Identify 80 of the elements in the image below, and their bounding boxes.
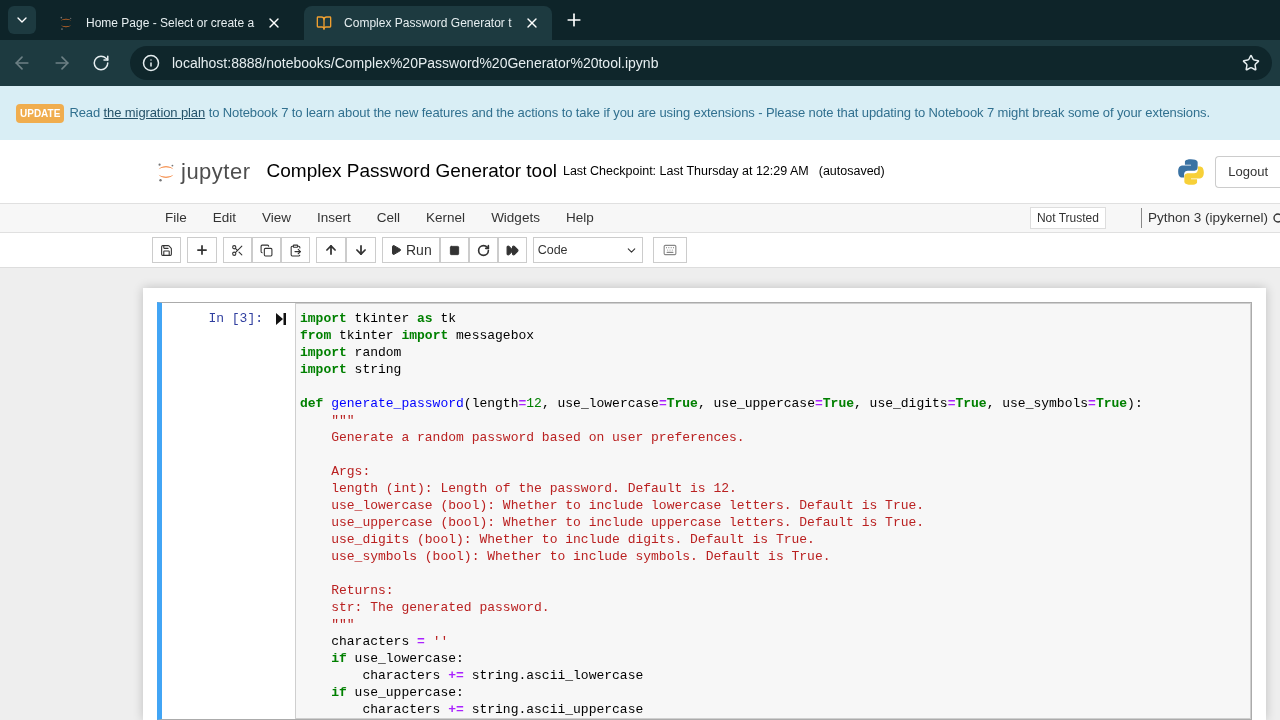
address-field[interactable]: localhost:8888/notebooks/Complex%20Password%20Generator%20tool.ipynb bbox=[130, 46, 1272, 80]
restart-button[interactable] bbox=[468, 237, 498, 263]
jupyter-logo-icon bbox=[58, 15, 74, 31]
menu-item[interactable]: Cell bbox=[363, 207, 414, 229]
tab-title: Home Page - Select or create a bbox=[86, 15, 255, 32]
code-line: use_uppercase (bool): Whether to include uppercase letters. Default is True. bbox=[330, 514, 925, 531]
code-line: import random bbox=[300, 344, 402, 361]
code-line: Returns: bbox=[330, 582, 394, 599]
code-line: """ bbox=[330, 616, 355, 633]
info-icon[interactable] bbox=[142, 54, 160, 72]
code-line: characters += string.ascii_lowercase bbox=[361, 667, 644, 684]
code-line: length (int): Length of the password. Default is 12. bbox=[330, 480, 737, 497]
reload-icon[interactable] bbox=[92, 54, 110, 72]
code-line: characters += string.ascii_uppercase bbox=[361, 701, 644, 718]
update-message: Read the migration plan to Notebook 7 to learn about the new features and the actions to take if you are using extensions - Please note that updating to Notebook 7 might break some of your extensions. bbox=[69, 104, 1210, 123]
menu-item[interactable]: View bbox=[249, 207, 305, 229]
kernel-name: Python 3 (ipykernel) bbox=[1140, 207, 1268, 229]
move-up-button[interactable] bbox=[316, 237, 346, 263]
stop-icon bbox=[448, 244, 460, 256]
paste-icon bbox=[289, 243, 302, 257]
browser-tab[interactable]: Complex Password Generator t bbox=[304, 6, 552, 40]
code-line: import tkinter as tk bbox=[300, 310, 457, 327]
scissors-icon bbox=[231, 243, 244, 257]
insert-cell-button[interactable] bbox=[187, 237, 217, 263]
bookmark-star-icon[interactable] bbox=[1242, 54, 1260, 72]
code-line: use_digits (bool): Whether to include digits. Default is True. bbox=[330, 531, 815, 548]
browser-tab[interactable]: Home Page - Select or create a bbox=[46, 6, 295, 40]
python-logo-icon bbox=[1177, 157, 1206, 186]
copy-button[interactable] bbox=[252, 237, 281, 263]
stop-button[interactable] bbox=[439, 237, 469, 263]
code-line: import string bbox=[300, 361, 402, 378]
play-icon bbox=[390, 244, 402, 256]
code-line: characters = '' bbox=[330, 633, 449, 650]
code-line: """ bbox=[330, 412, 355, 429]
cut-button[interactable] bbox=[223, 237, 252, 263]
restart-icon bbox=[476, 243, 490, 257]
cell-prompt: In [3]: bbox=[208, 310, 263, 328]
menu-item[interactable]: Edit bbox=[199, 207, 250, 229]
move-down-button[interactable] bbox=[346, 237, 376, 263]
trust-badge[interactable]: Not Trusted bbox=[1029, 207, 1106, 229]
code-line: if use_lowercase: bbox=[330, 650, 464, 667]
tab-title: Complex Password Generator t bbox=[344, 15, 512, 32]
code-line: use_lowercase (bool): Whether to include lowercase letters. Default is True. bbox=[330, 497, 925, 514]
url-text: localhost:8888/notebooks/Complex%20Password%20Generator%20tool.ipynb bbox=[172, 53, 660, 73]
arrow-up-icon bbox=[324, 243, 338, 257]
kernel-status-icon bbox=[1273, 213, 1280, 223]
copy-icon bbox=[260, 243, 273, 257]
plus-icon bbox=[195, 243, 209, 257]
migration-plan-link[interactable]: the migration plan bbox=[103, 105, 206, 121]
menu-item[interactable]: Help bbox=[552, 207, 607, 229]
code-line: from tkinter import messagebox bbox=[300, 327, 535, 344]
save-button[interactable] bbox=[152, 237, 181, 263]
autosave-status: (autosaved) bbox=[818, 163, 885, 181]
keyboard-icon bbox=[662, 243, 677, 257]
code-line: Generate a random password based on user preferences. bbox=[330, 429, 745, 446]
menu-item[interactable]: Insert bbox=[304, 207, 364, 229]
save-icon bbox=[160, 243, 173, 257]
code-line: Args: bbox=[330, 463, 371, 480]
arrow-down-icon bbox=[354, 243, 368, 257]
paste-button[interactable] bbox=[281, 237, 310, 263]
run-all-button[interactable] bbox=[497, 237, 527, 263]
checkpoint-text: Last Checkpoint: Last Thursday at 12:29 AM bbox=[562, 163, 809, 181]
keyboard-shortcuts-button[interactable] bbox=[652, 237, 687, 263]
tab-list-button[interactable] bbox=[8, 6, 36, 34]
cell-type-select[interactable]: Code bbox=[532, 237, 643, 263]
menu-item[interactable]: Kernel bbox=[413, 207, 479, 229]
code-line: if use_uppercase: bbox=[330, 684, 464, 701]
run-button[interactable]: Run bbox=[382, 237, 440, 263]
code-line: use_symbols (bool): Whether to include symbols. Default is True. bbox=[330, 548, 831, 565]
notebook-title[interactable]: Complex Password Generator tool bbox=[266, 157, 557, 186]
menu-item[interactable]: File bbox=[152, 207, 200, 229]
book-icon bbox=[316, 15, 333, 31]
step-forward-icon[interactable] bbox=[276, 313, 286, 325]
menu-item[interactable]: Widgets bbox=[478, 207, 553, 229]
logout-button[interactable]: Logout bbox=[1215, 155, 1280, 188]
code-line: def generate_password(length=12, use_lowercase=True, use_uppercase=True, use_digits=True, use_symbols=True): bbox=[300, 395, 1143, 412]
code-line: str: The generated password. bbox=[330, 599, 550, 616]
jupyter-wordmark[interactable]: jupyter bbox=[181, 155, 251, 188]
update-badge: UPDATE bbox=[16, 103, 65, 123]
fast-forward-icon bbox=[505, 243, 519, 257]
